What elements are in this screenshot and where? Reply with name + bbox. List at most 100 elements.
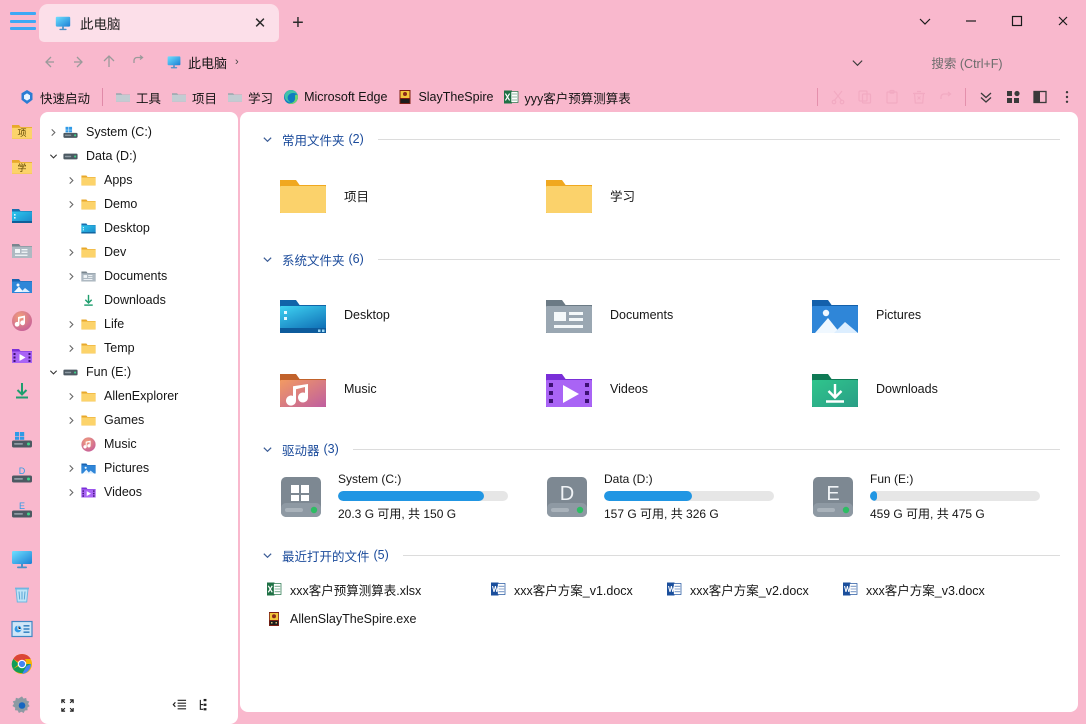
undo-icon[interactable] xyxy=(124,47,154,77)
tree-view-icon[interactable] xyxy=(192,692,218,718)
chevron-down-icon[interactable] xyxy=(44,363,62,381)
rail-recycle-bin-icon[interactable] xyxy=(10,582,34,606)
chevron-down-icon[interactable] xyxy=(44,147,62,165)
rail-pictures-icon[interactable] xyxy=(10,274,34,298)
chevron-right-icon[interactable] xyxy=(62,267,80,285)
group-header-drives[interactable]: 驱动器 (3) xyxy=(258,436,1060,462)
tab-close-icon[interactable]: ✕ xyxy=(248,11,272,35)
breadcrumb[interactable]: 此电脑 › xyxy=(166,53,239,72)
rail-downloads-icon[interactable] xyxy=(10,379,34,403)
chevron-right-icon[interactable] xyxy=(62,315,80,333)
tree-item[interactable]: Documents xyxy=(40,264,238,288)
chevron-down-icon[interactable] xyxy=(258,440,276,458)
drive-item-system-c[interactable]: System (C:) 20.3 G 可用, 共 150 G xyxy=(258,466,524,528)
back-arrow-icon[interactable] xyxy=(34,47,64,77)
tree-item[interactable]: System (C:) xyxy=(40,120,238,144)
rail-settings-gear-icon[interactable] xyxy=(10,694,34,718)
delete-icon[interactable] xyxy=(905,84,932,111)
group-header-frequent-folders[interactable]: 常用文件夹 (2) xyxy=(258,126,1060,152)
recent-file-item[interactable]: xxx客户方案_v2.docx xyxy=(658,574,834,604)
up-arrow-icon[interactable] xyxy=(94,47,124,77)
rail-folder-xue-icon[interactable]: 学 xyxy=(10,155,34,179)
tree-item[interactable]: Music xyxy=(40,432,238,456)
chevron-right-icon[interactable] xyxy=(62,483,80,501)
tree-item[interactable]: Dev xyxy=(40,240,238,264)
chevron-right-icon[interactable] xyxy=(62,339,80,357)
tree-item[interactable]: Games xyxy=(40,408,238,432)
chevron-right-icon[interactable] xyxy=(62,171,80,189)
rail-desktop-icon[interactable] xyxy=(10,204,34,228)
collapse-all-icon[interactable] xyxy=(54,692,80,718)
rail-drive-d-icon[interactable]: D xyxy=(10,463,34,487)
quick-launch-item-study[interactable]: 学习 xyxy=(222,85,278,109)
quick-launch-item-tools[interactable]: 工具 xyxy=(110,85,166,109)
rail-chrome-icon[interactable] xyxy=(10,652,34,676)
rail-folder-xiang-icon[interactable]: 项 xyxy=(10,120,34,144)
folder-item-music[interactable]: Music xyxy=(258,352,524,426)
chevron-right-icon[interactable] xyxy=(62,411,80,429)
search-chevron-down-icon[interactable] xyxy=(842,47,872,77)
tree-item[interactable]: Desktop xyxy=(40,216,238,240)
close-icon[interactable] xyxy=(1040,0,1086,42)
tree-item[interactable]: Pictures xyxy=(40,456,238,480)
chevron-right-icon[interactable] xyxy=(44,123,62,141)
more-options-icon[interactable] xyxy=(1053,84,1080,111)
drive-item-data-d[interactable]: D Data (D:) 157 G 可用, 共 326 G xyxy=(524,466,790,528)
quick-launch-title[interactable]: 快速启动 xyxy=(14,85,95,109)
minimize-icon[interactable] xyxy=(948,0,994,42)
quick-launch-item-projects[interactable]: 项目 xyxy=(166,85,222,109)
tree-item[interactable]: Fun (E:) xyxy=(40,360,238,384)
folder-item-documents[interactable]: Documents xyxy=(524,278,790,352)
chevron-right-icon[interactable] xyxy=(62,195,80,213)
folder-item-videos[interactable]: Videos xyxy=(524,352,790,426)
search-input[interactable]: 搜索 (Ctrl+F) xyxy=(872,49,1062,75)
menu-hamburger-icon[interactable] xyxy=(10,12,36,30)
folder-item-desktop[interactable]: Desktop xyxy=(258,278,524,352)
copy-icon[interactable] xyxy=(851,84,878,111)
chevron-down-icon[interactable] xyxy=(902,0,948,42)
group-header-system-folders[interactable]: 系统文件夹 (6) xyxy=(258,246,1060,272)
recent-file-item[interactable]: AllenSlayTheSpire.exe xyxy=(258,604,482,634)
chevron-double-down-icon[interactable] xyxy=(972,84,999,111)
rail-this-pc-icon[interactable] xyxy=(10,547,34,571)
quick-launch-item-slaythespire[interactable]: SlayTheSpire xyxy=(392,85,498,109)
folder-item-pictures[interactable]: Pictures xyxy=(790,278,1056,352)
chevron-down-icon[interactable] xyxy=(258,130,276,148)
quick-launch-item-edge[interactable]: Microsoft Edge xyxy=(278,85,392,109)
chevron-right-icon[interactable]: › xyxy=(235,56,239,68)
tree-item[interactable]: Videos xyxy=(40,480,238,504)
recent-file-item[interactable]: xxx客户方案_v3.docx xyxy=(834,574,1010,604)
folder-item-xiangmu[interactable]: 项目 xyxy=(258,158,524,232)
tree-item[interactable]: Data (D:) xyxy=(40,144,238,168)
recent-file-item[interactable]: xxx客户方案_v1.docx xyxy=(482,574,658,604)
split-pane-icon[interactable] xyxy=(1026,84,1053,111)
rail-music-icon[interactable] xyxy=(10,309,34,333)
chevron-right-icon[interactable] xyxy=(62,243,80,261)
rail-documents-icon[interactable] xyxy=(10,239,34,263)
tree-item[interactable]: Demo xyxy=(40,192,238,216)
chevron-down-icon[interactable] xyxy=(258,546,276,564)
indent-list-icon[interactable] xyxy=(166,692,192,718)
tab-this-pc[interactable]: 此电脑 ✕ xyxy=(40,5,278,41)
tree-item[interactable]: AllenExplorer xyxy=(40,384,238,408)
undo-icon[interactable] xyxy=(932,84,959,111)
recent-file-item[interactable]: xxx客户预算测算表.xlsx xyxy=(258,574,482,604)
rail-videos-icon[interactable] xyxy=(10,344,34,368)
chevron-right-icon[interactable] xyxy=(62,387,80,405)
rail-drive-c-icon[interactable] xyxy=(10,428,34,452)
layout-grid-icon[interactable] xyxy=(999,84,1026,111)
quick-launch-item-budget-sheet[interactable]: yyy客户预算测算表 xyxy=(498,85,635,109)
chevron-right-icon[interactable] xyxy=(62,459,80,477)
tree-item[interactable]: Apps xyxy=(40,168,238,192)
folder-item-downloads[interactable]: Downloads xyxy=(790,352,1056,426)
chevron-down-icon[interactable] xyxy=(258,250,276,268)
cut-icon[interactable] xyxy=(824,84,851,111)
tree-item[interactable]: Life xyxy=(40,312,238,336)
group-header-recent-files[interactable]: 最近打开的文件 (5) xyxy=(258,542,1060,568)
maximize-icon[interactable] xyxy=(994,0,1040,42)
new-tab-button[interactable]: + xyxy=(286,11,310,35)
rail-drive-e-icon[interactable]: E xyxy=(10,498,34,522)
folder-item-xuexi[interactable]: 学习 xyxy=(524,158,790,232)
rail-control-panel-icon[interactable] xyxy=(10,617,34,641)
tree-item[interactable]: Temp xyxy=(40,336,238,360)
